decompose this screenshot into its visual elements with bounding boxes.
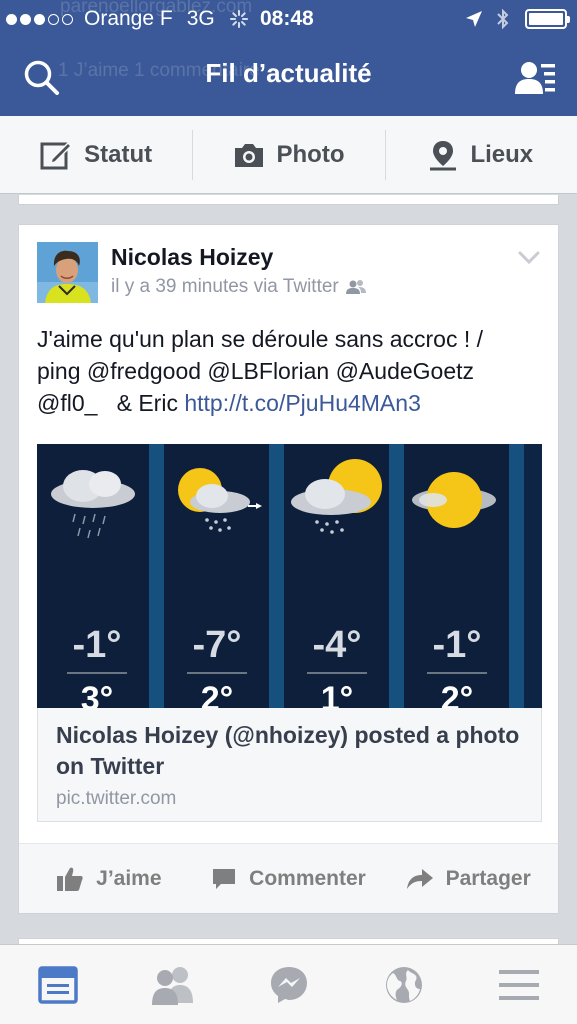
like-button[interactable]: J’aime: [19, 844, 199, 913]
thumbs-up-icon: [57, 867, 83, 891]
tab-friends[interactable]: [115, 945, 230, 1024]
post-message-text: @fl0_ & Eric: [37, 390, 185, 416]
photo-button[interactable]: Photo: [192, 116, 384, 193]
share-button[interactable]: Partager: [378, 844, 558, 913]
top-navigation-bar: parenoellorgablez.com 1 J’aime 1 comment…: [0, 0, 577, 116]
places-button[interactable]: Lieux: [384, 116, 577, 193]
comment-label: Commenter: [249, 866, 366, 890]
location-pin-icon: [430, 140, 457, 170]
post-message: J'aime qu'un plan se déroule sans accroc…: [37, 323, 547, 419]
post-metadata: il y a 39 minutes via Twitter: [111, 276, 367, 298]
forecast-high-temp: 3°: [80, 680, 114, 708]
share-label: Partager: [445, 866, 531, 890]
photo-divider: [269, 444, 284, 708]
forecast-low-temp: -1°: [72, 624, 122, 666]
status-label: Statut: [84, 140, 153, 168]
tab-notifications[interactable]: [346, 945, 461, 1024]
messenger-icon: [270, 966, 307, 1003]
forecast-high-temp: 1°: [320, 680, 354, 708]
menu-icon: [499, 969, 540, 1000]
friend-requests-button[interactable]: [515, 58, 557, 98]
author-avatar[interactable]: [37, 242, 98, 303]
friend-requests-icon: [515, 62, 555, 94]
forecast-low-temp: -7°: [192, 624, 242, 666]
link-preview-title: Nicolas Hoizey (@nhoizey) posted a photo…: [56, 722, 520, 779]
link-preview[interactable]: Nicolas Hoizey (@nhoizey) posted a photo…: [37, 708, 542, 822]
forecast-high-temp: 2°: [200, 680, 234, 708]
post-actions: J’aime Commenter Partager: [19, 843, 558, 913]
temp-divider: [307, 672, 367, 674]
friends-icon: [152, 966, 194, 1005]
forecast-low-temp: -1°: [432, 624, 482, 666]
forecast-low-temp: -4°: [312, 624, 362, 666]
temp-divider: [427, 672, 487, 674]
signal-strength-icon: [6, 13, 76, 25]
comment-button[interactable]: Commenter: [199, 844, 379, 913]
status-button[interactable]: Statut: [0, 116, 192, 193]
post-link[interactable]: http://t.co/PjuHu4MAn3: [184, 390, 421, 416]
location-arrow-icon: [466, 11, 482, 27]
link-preview-domain: pic.twitter.com: [56, 788, 177, 809]
post-message-line: J'aime qu'un plan se déroule sans accroc…: [37, 326, 484, 352]
photo-label: Photo: [276, 140, 345, 168]
composer-bar: Statut Photo Lieux: [0, 116, 577, 194]
bottom-tab-bar: [0, 944, 577, 1024]
status-bar: Orange F 3G 08:48: [0, 0, 577, 38]
tab-more[interactable]: [462, 945, 577, 1024]
post-options-button[interactable]: [518, 251, 540, 270]
camera-icon: [234, 143, 263, 167]
chevron-down-icon: [518, 251, 540, 265]
temp-divider: [187, 672, 247, 674]
tab-news-feed[interactable]: [0, 945, 115, 1024]
previous-card-edge: [18, 195, 559, 205]
post-message-line: @fl0_ & Eric http://t.co/PjuHu4MAn3: [37, 387, 547, 419]
bluetooth-icon: [497, 8, 509, 30]
audience-friends-icon: [345, 280, 366, 294]
temp-divider: [67, 672, 127, 674]
places-label: Lieux: [470, 140, 534, 168]
globe-icon: [385, 966, 422, 1003]
photo-divider: [149, 444, 164, 708]
news-feed-icon: [37, 965, 78, 1004]
page-title: Fil d’actualité: [205, 58, 372, 88]
sun-cloud-snow-icon: [291, 459, 382, 534]
comment-bubble-icon: [213, 868, 236, 889]
activity-spinner-icon: [229, 10, 248, 28]
post-timestamp: il y a 39 minutes via Twitter: [111, 276, 339, 297]
clock-label: 08:48: [260, 7, 314, 30]
forecast-high-temp: 2°: [440, 680, 474, 708]
carrier-label: Orange F: [84, 7, 173, 30]
post-photo[interactable]: -1° -7° -4° -1° 3° 2° 1° 2°: [37, 444, 542, 708]
news-feed-post: Nicolas Hoizey il y a 39 minutes via Twi…: [18, 224, 559, 914]
cloud-rain-icon: [51, 470, 135, 539]
tab-messenger[interactable]: [231, 945, 346, 1024]
compose-icon: [40, 141, 73, 169]
post-message-line: ping @fredgood @LBFlorian @AudeGoetz: [37, 358, 475, 384]
like-label: J’aime: [96, 866, 162, 890]
share-arrow-icon: [406, 868, 433, 889]
network-type-label: 3G: [186, 7, 215, 30]
battery-icon: [525, 9, 570, 29]
sun-icon: [412, 472, 496, 528]
post-author-name[interactable]: Nicolas Hoizey: [111, 244, 273, 271]
photo-divider: [509, 444, 524, 708]
photo-divider: [389, 444, 404, 708]
sun-cloud-snow-icon: [178, 468, 262, 532]
